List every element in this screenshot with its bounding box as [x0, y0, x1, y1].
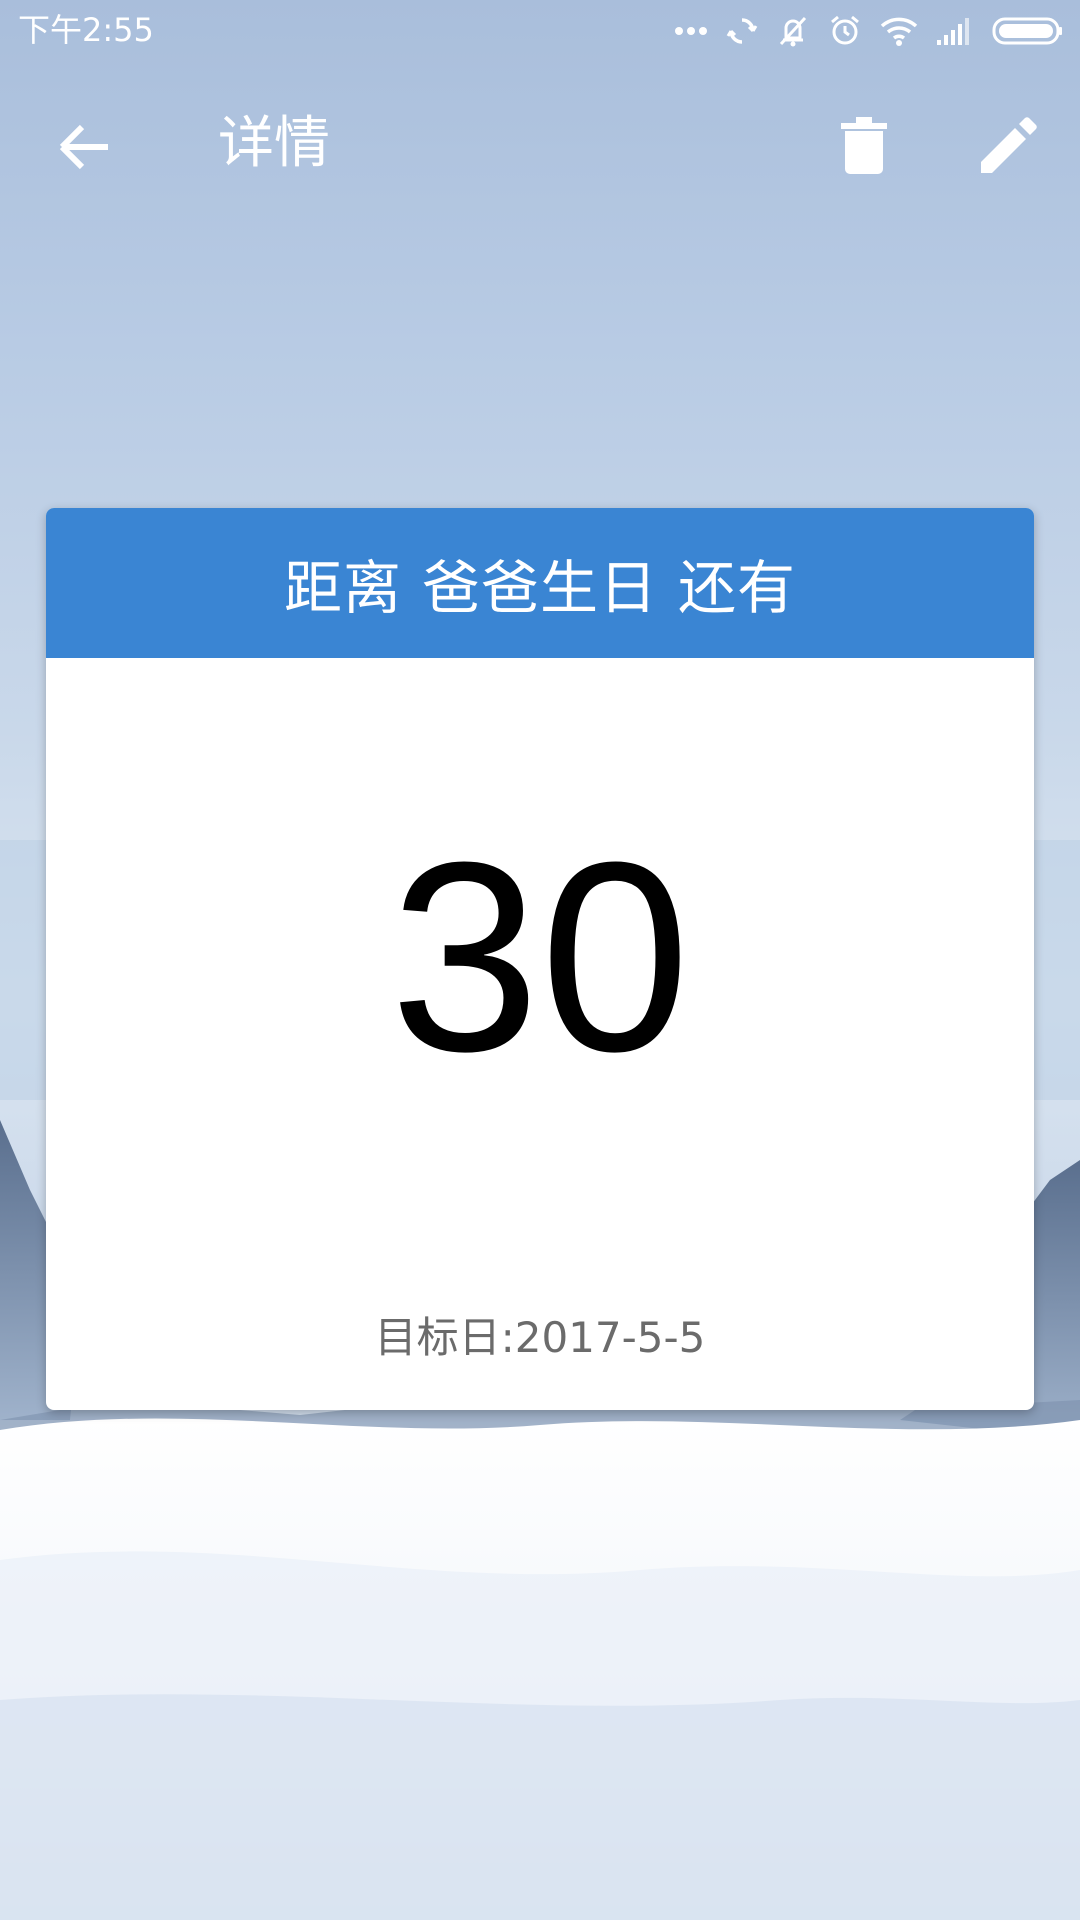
card-header: 距离 爸爸生日 还有 [46, 508, 1034, 658]
trash-icon [841, 117, 887, 174]
days-remaining: 30 [389, 807, 691, 1108]
header-suffix: 还有 [678, 554, 797, 622]
app-bar: 详情 [0, 62, 1080, 230]
target-date-line: 目标日:2017-5-5 [46, 1308, 1034, 1368]
battery-icon [992, 16, 1064, 46]
countdown-card[interactable]: 距离 爸爸生日 还有 30 目标日:2017-5-5 [46, 508, 1034, 1410]
signal-icon [936, 16, 974, 46]
status-bar: 下午2:55 [0, 0, 1080, 62]
event-name: 爸爸生日 [421, 554, 658, 622]
vibrate-icon [776, 14, 810, 48]
more-dots-icon [674, 25, 708, 37]
delete-button[interactable] [828, 106, 900, 186]
sync-icon [726, 15, 758, 47]
arrow-left-icon [59, 124, 108, 170]
header-prefix: 距离 [283, 554, 402, 622]
target-date-value: 2017-5-5 [514, 1313, 706, 1362]
target-date-label: 目标日: [374, 1313, 515, 1362]
alarm-icon [828, 14, 862, 48]
status-icons [674, 10, 1064, 52]
back-button[interactable] [44, 112, 124, 182]
status-time: 下午2:55 [18, 11, 154, 49]
screen: 下午2:55 详情 距离 爸爸生日 还有 30 目标日:2017-5-5 [0, 0, 1080, 1920]
wifi-icon [880, 15, 918, 47]
pencil-icon [981, 117, 1037, 173]
page-title: 详情 [218, 111, 330, 176]
edit-button[interactable] [968, 106, 1048, 186]
